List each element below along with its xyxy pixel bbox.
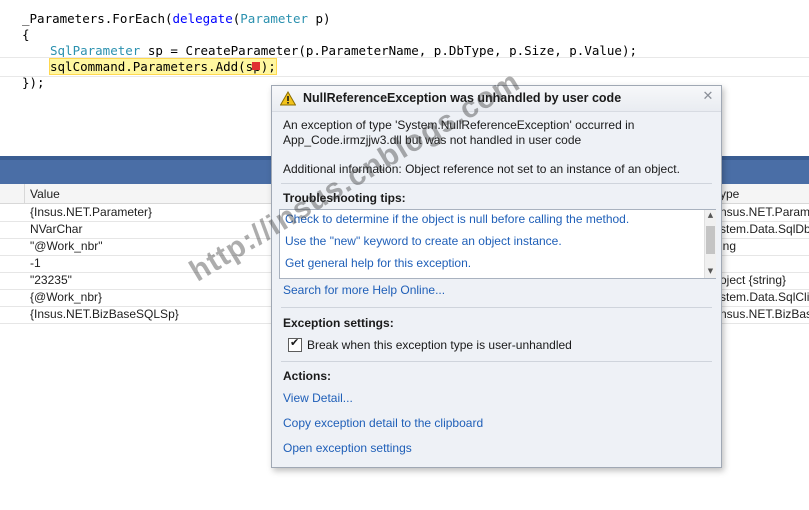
code-line-5: });: [22, 75, 45, 90]
troubleshooting-tips-list: Check to determine if the object is null…: [279, 209, 716, 279]
exception-assistant-popup: NullReferenceException was unhandled by …: [271, 85, 722, 468]
scroll-thumb[interactable]: [706, 226, 715, 254]
code-line-4: sqlCommand.Parameters.Add(sp);: [49, 58, 277, 75]
type-column-header[interactable]: ype: [720, 187, 739, 201]
scroll-down-icon[interactable]: ▼: [705, 266, 716, 276]
watch-type-cell: nsus.NET.BizBaseS(: [720, 307, 809, 321]
warning-icon: [280, 91, 296, 106]
tip-link-new-keyword[interactable]: Use the "new" keyword to create an objec…: [285, 234, 562, 248]
watch-type-cell: nsus.NET.Paramete: [720, 205, 809, 219]
value-column-header[interactable]: Value: [30, 187, 60, 201]
close-icon[interactable]: ✕: [700, 88, 716, 106]
watch-type-cell: oject {string}: [720, 273, 787, 287]
watch-type-cell: stem.Data.SqlClie: [720, 290, 809, 304]
column-divider[interactable]: [24, 184, 25, 203]
tip-link-general-help[interactable]: Get general help for this exception.: [285, 256, 471, 270]
tip-link-null-check[interactable]: Check to determine if the object is null…: [285, 212, 629, 226]
watch-type-cell: ing: [720, 239, 737, 253]
exception-highlight: sqlCommand.Parameters.Add(sp);: [49, 58, 277, 75]
watch-value-cell: {Insus.NET.Parameter}: [30, 205, 153, 219]
break-on-exception-checkbox[interactable]: ✔: [288, 336, 302, 352]
watch-value-cell: "@Work_nbr": [30, 239, 103, 253]
watch-value-cell: "23235": [30, 273, 72, 287]
code-line-1: _Parameters.ForEach(delegate(Parameter p…: [22, 11, 331, 26]
open-exception-settings-link[interactable]: Open exception settings: [283, 441, 412, 455]
watch-value-cell: NVarChar: [30, 222, 83, 236]
watch-type-cell: stem.Data.SqlDbTy: [720, 222, 809, 236]
view-detail-link[interactable]: View Detail...: [283, 391, 353, 405]
watch-value-cell: -1: [30, 256, 41, 270]
scroll-up-icon[interactable]: ▲: [705, 210, 716, 220]
tips-scrollbar[interactable]: ▲ ▼: [704, 210, 716, 278]
checkmark-icon: ✔: [290, 336, 300, 349]
watch-value-cell: {Insus.NET.BizBaseSQLSp}: [30, 307, 179, 321]
search-help-online-link[interactable]: Search for more Help Online...: [283, 283, 445, 297]
break-on-exception-label[interactable]: Break when this exception type is user-u…: [307, 338, 572, 352]
divider: [281, 361, 712, 362]
error-marker-icon: [252, 62, 260, 70]
exception-settings-heading: Exception settings:: [283, 316, 394, 330]
divider: [281, 307, 712, 308]
copy-exception-detail-link[interactable]: Copy exception detail to the clipboard: [283, 416, 483, 430]
actions-heading: Actions:: [283, 369, 331, 383]
watch-value-cell: {@Work_nbr}: [30, 290, 102, 304]
code-line-2: {: [22, 27, 30, 42]
